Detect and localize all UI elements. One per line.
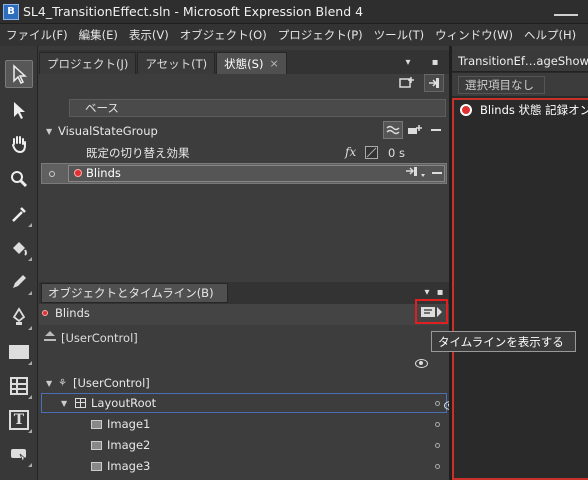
tab-assets[interactable]: アセット(T) <box>137 52 216 74</box>
scope-up-icon[interactable] <box>43 330 57 342</box>
tree-row-layoutroot[interactable]: ▼ LayoutRoot <box>39 393 449 413</box>
close-tab-icon[interactable]: × <box>269 57 278 70</box>
tree-label: LayoutRoot <box>91 396 157 410</box>
easing-function-icon[interactable] <box>365 146 378 159</box>
storyboard-row[interactable] <box>39 304 449 325</box>
controls-tool-icon[interactable] <box>5 440 33 468</box>
objects-timeline-title: オブジェクトとタイムライン(B) <box>48 286 214 300</box>
window-title: SL4_TransitionEffect.sln - Microsoft Exp… <box>23 4 364 19</box>
collapse-arrow-icon[interactable]: ▼ <box>46 127 54 136</box>
objects-undock-icon[interactable]: ▪ <box>435 286 445 298</box>
pin-icon[interactable]: ▾ <box>403 56 413 68</box>
paint-bucket-tool-icon[interactable] <box>5 234 33 262</box>
storyboard-recording-icon <box>42 310 48 316</box>
lock-toggle-icon[interactable] <box>435 401 440 406</box>
menu-tools[interactable]: ツール(T) <box>368 27 430 43</box>
tab-states[interactable]: 状態(S) × <box>216 52 287 74</box>
selection-tool-icon[interactable] <box>5 60 33 88</box>
add-state-group-icon[interactable] <box>398 75 416 91</box>
storyboard-name: Blinds <box>55 306 90 320</box>
base-state-label: ベース <box>85 101 119 115</box>
image-icon <box>91 440 102 450</box>
tab-projects-label: プロジェクト(J) <box>47 56 129 71</box>
pencil-tool-icon[interactable] <box>5 268 33 296</box>
tree-label: [UserControl] <box>73 376 150 390</box>
selection-breadcrumb-label: 選択項目なし <box>465 78 534 92</box>
undock-icon[interactable]: ▪ <box>430 56 440 68</box>
menu-help[interactable]: ヘルプ(H) <box>518 27 581 43</box>
menu-file[interactable]: ファイル(F) <box>0 27 73 43</box>
tree-row-image3[interactable]: Image3 <box>39 456 449 476</box>
state-option-dot[interactable] <box>49 171 55 177</box>
panel-tabs: プロジェクト(J) アセット(T) 状態(S) × <box>39 50 449 74</box>
tab-objects-timeline[interactable]: オブジェクトとタイムライン(B) <box>41 283 228 303</box>
menu-edit[interactable]: 編集(E) <box>73 27 123 43</box>
expand-arrow-icon[interactable]: ▼ <box>61 399 69 408</box>
selection-breadcrumb[interactable]: 選択項目なし <box>458 76 545 94</box>
tree-label: Image1 <box>107 417 151 431</box>
scope-label: [UserControl] <box>61 331 138 345</box>
transition-effect-icon[interactable] <box>383 121 403 139</box>
lock-toggle-icon[interactable] <box>435 422 440 427</box>
recording-indicator[interactable]: Blinds 状態 記録オン <box>454 100 588 120</box>
minimize-button[interactable] <box>554 6 578 16</box>
direct-selection-tool-icon[interactable] <box>5 96 33 124</box>
lock-toggle-icon[interactable] <box>435 464 440 469</box>
eyedropper-tool-icon[interactable] <box>5 200 33 228</box>
show-timeline-tooltip: タイムラインを表示する <box>431 331 576 352</box>
menu-view[interactable]: 表示(V) <box>123 27 174 43</box>
show-timeline-button[interactable] <box>420 305 444 319</box>
pen-tool-icon[interactable] <box>5 303 33 331</box>
tree-label: Image2 <box>107 438 151 452</box>
document-tab-label: TransitionEf…ageShow. <box>458 53 588 68</box>
zoom-tool-icon[interactable] <box>5 165 33 193</box>
add-transition-icon[interactable] <box>405 166 427 180</box>
text-tool-icon[interactable]: T <box>5 406 33 434</box>
state-pin-icon[interactable] <box>424 74 444 92</box>
visibility-all-icon[interactable] <box>415 359 428 368</box>
blinds-state-field[interactable] <box>68 165 445 182</box>
visual-state-group-label: VisualStateGroup <box>58 124 158 138</box>
grid-icon <box>75 398 86 408</box>
menu-project[interactable]: プロジェクト(P) <box>272 27 368 43</box>
pan-tool-icon[interactable] <box>5 130 33 158</box>
base-state[interactable]: ベース <box>69 99 446 117</box>
grid-layout-tool-icon[interactable] <box>5 372 33 400</box>
default-transition-label: 既定の切り替え効果 <box>86 146 190 160</box>
image-icon <box>91 461 102 471</box>
document-tab[interactable]: TransitionEf…ageShow. <box>452 50 588 72</box>
recording-frame <box>452 98 588 480</box>
expand-arrow-icon[interactable]: ▼ <box>46 379 54 388</box>
tab-states-label: 状態(S) <box>224 56 264 71</box>
rectangle-tool-icon[interactable] <box>5 338 33 366</box>
tab-projects[interactable]: プロジェクト(J) <box>39 52 137 74</box>
menu-object[interactable]: オブジェクト(O) <box>174 27 272 43</box>
objects-pin-icon[interactable]: ▾ <box>422 286 432 298</box>
usercontrol-icon: ⚘ <box>58 377 67 389</box>
tab-assets-label: アセット(T) <box>145 56 208 71</box>
image-icon <box>91 419 102 429</box>
record-icon[interactable] <box>460 104 472 116</box>
menu-window[interactable]: ウィンドウ(W) <box>429 27 518 43</box>
tree-label: Image3 <box>107 459 151 473</box>
app-icon: B <box>3 3 19 20</box>
transition-duration[interactable]: 0 s <box>388 146 405 160</box>
tree-row-image2[interactable]: Image2 <box>39 435 449 455</box>
easing-fx-icon[interactable]: fx <box>345 145 356 159</box>
lock-toggle-icon[interactable] <box>435 443 440 448</box>
title-bar: B SL4_TransitionEffect.sln - Microsoft E… <box>0 0 588 24</box>
remove-state-icon[interactable] <box>432 172 442 174</box>
remove-group-icon[interactable] <box>431 129 441 131</box>
recording-label: Blinds 状態 記録オン <box>480 103 588 117</box>
tree-row-image1[interactable]: Image1 <box>39 414 449 434</box>
add-state-icon[interactable] <box>407 123 423 137</box>
blinds-state-label: Blinds <box>86 166 121 180</box>
recording-dot-icon <box>74 169 82 177</box>
tooltip-text: タイムラインを表示する <box>438 334 564 349</box>
menu-bar: ファイル(F) 編集(E) 表示(V) オブジェクト(O) プロジェクト(P) … <box>0 24 588 46</box>
tree-row-usercontrol[interactable]: ▼ ⚘ [UserControl] <box>39 373 449 393</box>
